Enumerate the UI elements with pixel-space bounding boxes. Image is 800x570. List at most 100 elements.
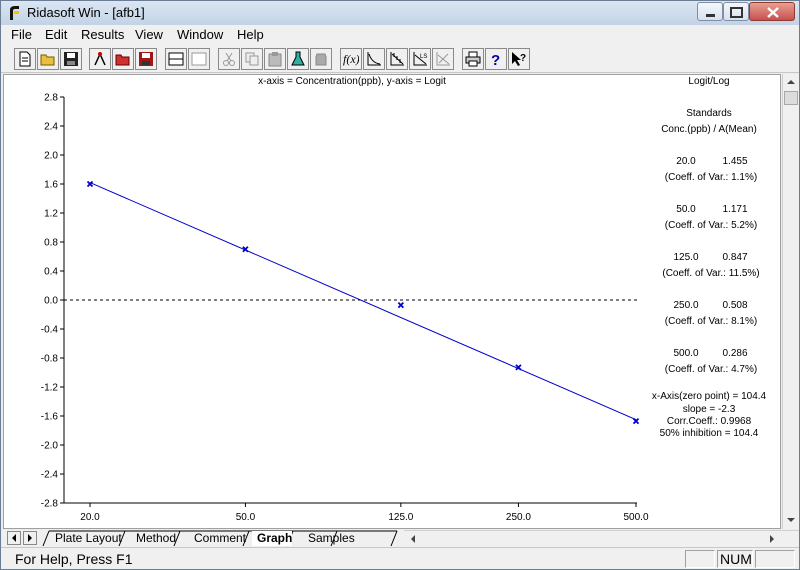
standard-conc: 125.0 — [673, 252, 698, 263]
y-tick-label: 1.2 — [44, 209, 58, 220]
tab-samples[interactable]: Samples — [308, 530, 355, 546]
app-window: Ridasoft Win - [afb1] File Edit Results … — [0, 0, 800, 570]
vertical-scrollbar[interactable] — [782, 74, 799, 529]
menu-results[interactable]: Results — [81, 27, 124, 42]
minimize-icon — [706, 14, 715, 17]
function-button[interactable]: f(x) — [340, 48, 362, 70]
copy-button[interactable] — [241, 48, 263, 70]
run-icon — [94, 52, 106, 66]
menu-help[interactable]: Help — [237, 27, 264, 42]
x-tick-label: 20.0 — [80, 512, 100, 523]
context-help-icon: ? — [512, 52, 526, 66]
help-icon: ? — [491, 52, 500, 67]
split-blank-button[interactable] — [188, 48, 210, 70]
menu-file[interactable]: File — [11, 27, 32, 42]
scroll-left-icon[interactable] — [406, 532, 420, 546]
horizontal-scrollbar[interactable] — [404, 530, 799, 547]
chevron-down-icon — [787, 518, 795, 522]
function-icon: f(x) — [343, 52, 359, 66]
data-point-marker — [86, 180, 94, 188]
standards-heading: Standards — [686, 108, 732, 119]
save-red-button[interactable] — [135, 48, 157, 70]
chevron-up-icon — [787, 80, 795, 84]
status-cell-scrl — [755, 550, 795, 568]
menu-edit[interactable]: Edit — [45, 27, 67, 42]
split-horizontal-icon — [168, 52, 184, 66]
context-help-button[interactable]: ? — [508, 48, 530, 70]
tab-plate-layout[interactable]: Plate Layout — [55, 530, 122, 546]
run-button[interactable] — [89, 48, 111, 70]
split-horizontal-button[interactable] — [165, 48, 187, 70]
standard-cv: (Coeff. of Var.: 5.2%) — [665, 220, 757, 231]
close-icon — [767, 7, 779, 18]
stat-corr-coeff: Corr.Coeff.: 0.9968 — [667, 416, 752, 427]
save-icon — [64, 52, 78, 66]
menu-window[interactable]: Window — [177, 27, 223, 42]
data-point-marker — [397, 301, 404, 309]
scroll-up-arrow[interactable] — [783, 74, 799, 90]
x-tick-label: 250.0 — [506, 512, 531, 523]
tab-prev-icon[interactable] — [7, 531, 21, 545]
chart-axis-title: x-axis = Concentration(ppb), y-axis = Lo… — [258, 76, 446, 87]
curve-button[interactable] — [363, 48, 385, 70]
y-tick-label: 1.6 — [44, 180, 58, 191]
standard-mean: 0.847 — [722, 252, 747, 263]
scroll-thumb[interactable] — [784, 91, 798, 105]
menu-view[interactable]: View — [135, 27, 163, 42]
status-bar: For Help, Press F1 NUM — [1, 547, 799, 569]
print-icon — [465, 51, 481, 67]
curve-points-button[interactable] — [386, 48, 408, 70]
standard-cv: (Coeff. of Var.: 1.1%) — [665, 172, 757, 183]
tab-comment[interactable]: Comment — [194, 530, 246, 546]
jar-button[interactable] — [310, 48, 332, 70]
help-button[interactable]: ? — [485, 48, 507, 70]
open-folder-icon — [40, 54, 55, 66]
curve-cross-icon — [436, 52, 450, 66]
stat-slope: slope = -2.3 — [683, 404, 736, 415]
scroll-down-arrow[interactable] — [783, 512, 799, 528]
tab-method[interactable]: Method — [136, 530, 176, 546]
y-tick-label: -2.0 — [41, 441, 59, 452]
restore-button[interactable] — [723, 2, 749, 21]
new-document-button[interactable] — [14, 48, 36, 70]
tab-graph[interactable]: Graph — [257, 530, 292, 546]
tab-next-icon[interactable] — [23, 531, 37, 545]
curve-ls-button[interactable]: LS — [409, 48, 431, 70]
svg-text:?: ? — [520, 53, 526, 64]
save-red-icon — [139, 52, 153, 66]
split-blank-icon — [191, 52, 207, 66]
cut-button[interactable] — [218, 48, 240, 70]
copy-icon — [245, 52, 259, 66]
regression-line — [89, 182, 637, 421]
y-tick-label: -1.2 — [41, 383, 59, 394]
curve-icon — [367, 52, 381, 66]
y-tick-label: 2.8 — [44, 93, 58, 104]
cut-icon — [223, 52, 235, 66]
jar-icon — [315, 53, 327, 66]
logit-chart: x-axis = Concentration(ppb), y-axis = Lo… — [41, 76, 767, 523]
scroll-right-icon[interactable] — [765, 532, 779, 546]
graph-panel: x-axis = Concentration(ppb), y-axis = Lo… — [3, 74, 781, 529]
y-tick-label: -2.4 — [41, 470, 59, 481]
standard-mean: 1.455 — [722, 156, 747, 167]
save-button[interactable] — [60, 48, 82, 70]
flask-icon — [291, 51, 305, 66]
title-bar[interactable]: Ridasoft Win - [afb1] — [1, 1, 799, 25]
open-button[interactable] — [37, 48, 59, 70]
curve-cross-button[interactable] — [432, 48, 454, 70]
close-button[interactable] — [749, 2, 795, 21]
standard-conc: 250.0 — [673, 300, 698, 311]
flask-button[interactable] — [287, 48, 309, 70]
open-red-button[interactable] — [112, 48, 134, 70]
print-button[interactable] — [462, 48, 484, 70]
window-title: Ridasoft Win - [afb1] — [27, 5, 145, 20]
new-document-icon — [19, 51, 31, 67]
standard-cv: (Coeff. of Var.: 8.1%) — [665, 316, 757, 327]
paste-button[interactable] — [264, 48, 286, 70]
y-tick-label: -1.6 — [41, 412, 59, 423]
minimize-button[interactable] — [697, 2, 723, 21]
x-tick-label: 125.0 — [388, 512, 413, 523]
curve-points-icon — [390, 52, 404, 66]
y-tick-label: 0.0 — [44, 296, 58, 307]
y-tick-label: -0.4 — [41, 325, 59, 336]
